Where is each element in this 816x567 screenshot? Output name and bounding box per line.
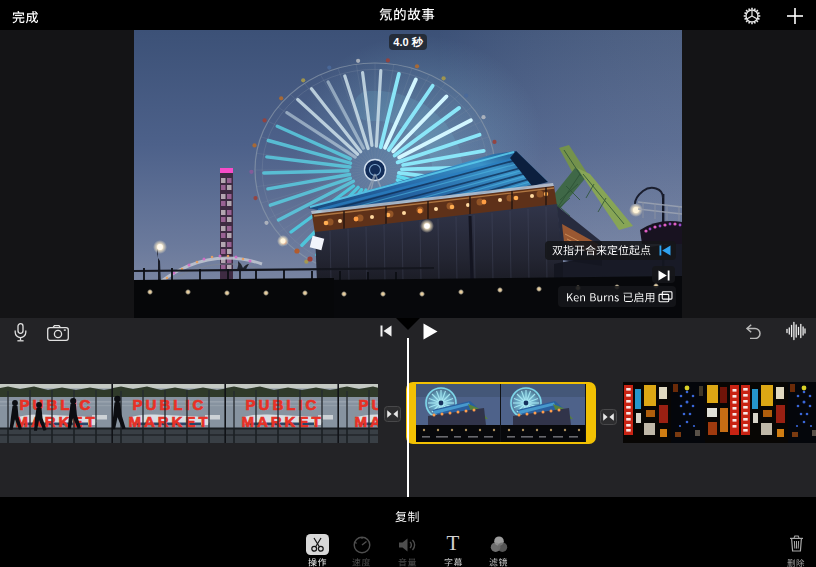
svg-text:MARKET: MARKET [241,413,323,430]
svg-text:MARKET: MARKET [128,413,210,430]
svg-text:MARKET: MARKET [15,413,97,430]
svg-text:MARKET: MARKET [354,413,378,430]
